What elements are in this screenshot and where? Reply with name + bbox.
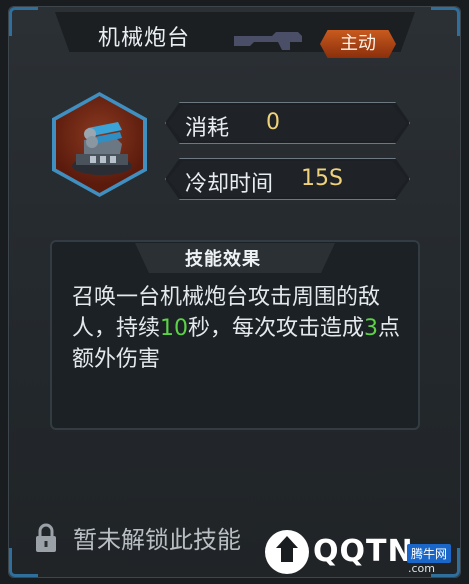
watermark-url: .com xyxy=(408,562,435,575)
bonus-damage-value: 3 xyxy=(364,316,379,341)
watermark-tag: 腾牛网 xyxy=(407,544,452,563)
turret-icon xyxy=(72,122,132,175)
cost-label: 消耗 xyxy=(185,116,230,141)
skill-icon xyxy=(52,92,147,197)
cost-value: 0 xyxy=(266,110,280,135)
effect-text-part: 秒，每次攻击造成 xyxy=(188,316,365,341)
cooldown-label: 冷却时间 xyxy=(185,172,274,197)
watermark-brand: QQTN xyxy=(313,534,414,569)
skill-title: 机械炮台 xyxy=(98,26,191,51)
cooldown-value: 15S xyxy=(301,166,343,191)
frame-corner xyxy=(9,7,38,36)
cost-stat: 消耗 0 xyxy=(165,102,410,144)
cooldown-stat: 冷却时间 15S xyxy=(165,158,410,200)
gun-silhouette-icon xyxy=(234,32,302,50)
effect-title: 技能效果 xyxy=(185,249,261,270)
effect-description: 召唤一台机械炮台攻击周围的敌人，持续10秒，每次攻击造成3点额外伤害 xyxy=(72,282,402,375)
frame-corner xyxy=(9,548,38,577)
active-skill-badge: 主动 xyxy=(320,30,396,58)
watermark-logo-icon xyxy=(265,530,309,574)
duration-value: 10 xyxy=(160,316,189,341)
lock-icon xyxy=(36,523,56,552)
locked-status-text: 暂未解锁此技能 xyxy=(73,526,241,554)
frame-corner xyxy=(431,7,460,36)
